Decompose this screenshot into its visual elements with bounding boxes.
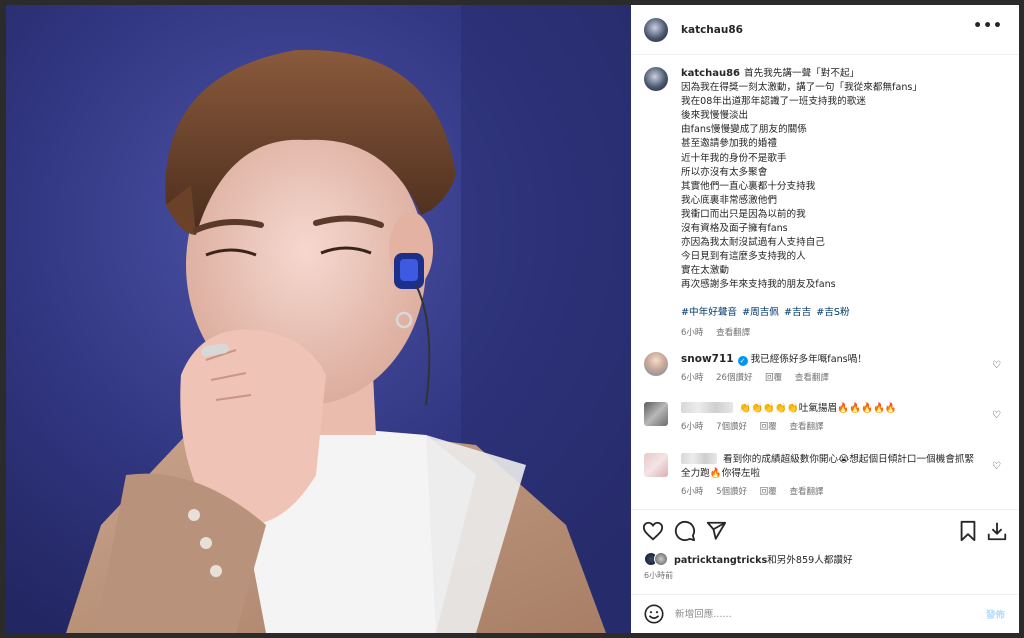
commenter-username-blurred xyxy=(681,402,733,413)
comment-likes[interactable]: 5個讚好 xyxy=(716,487,747,497)
comment-time: 6小時 xyxy=(681,422,704,432)
likes-text: patricktangtricks和另外859人都讚好 xyxy=(674,552,853,566)
hashtag-link[interactable]: #中年好聲音 xyxy=(681,307,737,318)
comment-meta: 6小時 7個讚好 回覆 查看翻譯 xyxy=(681,420,981,434)
comment-like-heart-icon[interactable]: ♡ xyxy=(992,461,1001,472)
caption-username[interactable]: katchau86 xyxy=(681,68,740,79)
window-frame: katchau86 ••• katchau86 首先我先講一聲「對不起」 因為我在… xyxy=(0,0,1024,638)
post-comment-button[interactable]: 發佈 xyxy=(986,607,1005,621)
post-image[interactable] xyxy=(6,5,631,633)
add-comment-bar: 發佈 xyxy=(631,594,1019,633)
hashtag-link[interactable]: #吉吉 xyxy=(784,307,811,318)
commenter-avatar-blurred[interactable] xyxy=(644,453,668,477)
comment-text: 我已經係好多年嘅fans喎！ xyxy=(750,354,867,365)
post-caption: katchau86 首先我先講一聲「對不起」 因為我在得獎一刻太激動，講了一句「我… xyxy=(644,67,1009,340)
post-timestamp: 6小時前 xyxy=(644,571,674,580)
caption-line-0: katchau86 首先我先講一聲「對不起」 xyxy=(681,68,860,79)
comment-time: 6小時 xyxy=(681,487,704,497)
caption-line-11: 沒有資格及面子擁有fans xyxy=(681,223,788,235)
hashtag-link[interactable]: #周吉佩 xyxy=(742,307,779,318)
caption-line-13: 今日見到有這麼多支持我的人 xyxy=(681,251,806,263)
post-header: katchau86 ••• xyxy=(631,5,1019,55)
reply-button[interactable]: 回覆 xyxy=(760,487,777,497)
commenter-avatar[interactable] xyxy=(644,352,668,376)
verified-badge-icon: ✓ xyxy=(737,356,748,366)
comment-icon[interactable] xyxy=(674,520,696,542)
comment-time: 6小時 xyxy=(681,373,704,383)
emoji-icon[interactable] xyxy=(643,603,665,625)
comment-meta: 6小時 26個讚好 回覆 查看翻譯 xyxy=(681,371,981,385)
caption-author-avatar[interactable] xyxy=(644,67,668,91)
bookmark-icon[interactable] xyxy=(957,520,979,542)
hashtag-link[interactable]: #吉S粉 xyxy=(816,307,849,318)
caption-line-4: 由fans慢慢變成了朋友的關係 xyxy=(681,124,807,136)
liker-username[interactable]: patricktangtricks xyxy=(674,555,767,566)
caption-line-15: 再次感謝多年來支持我的朋友及fans xyxy=(681,279,836,291)
add-comment-input[interactable] xyxy=(675,608,965,620)
caption-line-9: 我心底裏非常感激他們 xyxy=(681,194,777,206)
comment-body: snow711 ✓ 我已經係好多年嘅fans喎！ 6小時 26個讚好 回覆 查看翻譯 xyxy=(681,352,981,385)
see-translation-link[interactable]: 查看翻譯 xyxy=(716,328,750,338)
comment-meta: 6小時 5個讚好 回覆 查看翻譯 xyxy=(681,485,981,499)
comment-body: 👏👏👏👏👏吐氣揚眉🔥🔥🔥🔥🔥 6小時 7個讚好 回覆 查看翻譯 xyxy=(681,402,981,434)
caption-line-7: 所以亦沒有太多聚會 xyxy=(681,166,768,178)
commenter-username[interactable]: snow711 xyxy=(681,353,734,365)
hashtags: #中年好聲音 #周吉佩 #吉吉 #吉S粉 xyxy=(681,306,1001,320)
post-photo-illustration xyxy=(6,5,631,633)
comment-text: 看到你的成績超級數你開心😭想起個日傾計口一個機會抓緊全力跑🔥你得左啦 xyxy=(681,454,975,479)
see-translation-link[interactable]: 查看翻譯 xyxy=(795,373,829,383)
comment-item: 看到你的成績超級數你開心😭想起個日傾計口一個機會抓緊全力跑🔥你得左啦 6小時 5… xyxy=(644,453,1009,499)
comment-likes[interactable]: 7個讚好 xyxy=(716,422,747,432)
commenter-avatar-blurred[interactable] xyxy=(644,402,668,426)
caption-line-3: 後來我慢慢淡出 xyxy=(681,110,749,122)
caption-line-12: 亦因為我太耐沒試過有人支持自己 xyxy=(681,237,825,249)
send-icon[interactable] xyxy=(705,520,727,542)
comment-item: snow711 ✓ 我已經係好多年嘅fans喎！ 6小時 26個讚好 回覆 查看翻譯… xyxy=(644,352,1009,385)
comment-text-row: snow711 ✓ 我已經係好多年嘅fans喎！ xyxy=(681,352,981,367)
caption-line-2: 我在08年出道那年認識了一班支持我的歌迷 xyxy=(681,96,866,108)
caption-body: katchau86 首先我先講一聲「對不起」 因為我在得獎一刻太激動，講了一句「我… xyxy=(681,67,1001,340)
heart-icon[interactable] xyxy=(642,520,664,542)
author-username[interactable]: katchau86 xyxy=(681,24,743,36)
comment-body: 看到你的成績超級數你開心😭想起個日傾計口一個機會抓緊全力跑🔥你得左啦 6小時 5… xyxy=(681,453,981,499)
see-translation-link[interactable]: 查看翻譯 xyxy=(789,487,823,497)
caption-meta: 6小時 查看翻譯 xyxy=(681,326,1001,340)
comment-text-row: 👏👏👏👏👏吐氣揚眉🔥🔥🔥🔥🔥 xyxy=(681,402,981,416)
see-translation-link[interactable]: 查看翻譯 xyxy=(789,422,823,432)
caption-time: 6小時 xyxy=(681,327,704,338)
post-actions-bar xyxy=(631,509,1019,549)
comment-text-row: 看到你的成績超級數你開心😭想起個日傾計口一個機會抓緊全力跑🔥你得左啦 xyxy=(681,453,981,481)
commenter-username-blurred xyxy=(681,453,717,464)
download-icon[interactable] xyxy=(986,520,1008,542)
likes-summary: patricktangtricks和另外859人都讚好 xyxy=(644,552,853,566)
caption-line-14: 實在太激動 xyxy=(681,265,729,277)
caption-line-1: 因為我在得獎一刻太激動，講了一句「我從來都無fans」 xyxy=(681,82,922,94)
caption-line-6: 近十年我的身份不是歌手 xyxy=(681,152,787,164)
comment-like-heart-icon[interactable]: ♡ xyxy=(992,360,1001,371)
caption-line-5: 甚至邀請參加我的婚禮 xyxy=(681,138,777,150)
reply-button[interactable]: 回覆 xyxy=(765,373,782,383)
more-horizontal-icon[interactable]: ••• xyxy=(973,18,1003,34)
liker-avatar[interactable] xyxy=(654,552,668,566)
caption-line-8: 其實他們一直心裏都十分支持我 xyxy=(681,180,816,192)
comment-like-heart-icon[interactable]: ♡ xyxy=(992,410,1001,421)
post-detail-panel: katchau86 ••• katchau86 首先我先講一聲「對不起」 因為我在… xyxy=(631,5,1019,633)
likes-rest[interactable]: 和另外859人都讚好 xyxy=(767,555,852,566)
comment-text: 👏👏👏👏👏吐氣揚眉🔥🔥🔥🔥🔥 xyxy=(739,403,897,414)
caption-line-10: 我衝口而出只是因為以前的我 xyxy=(681,208,806,220)
comment-item: 👏👏👏👏👏吐氣揚眉🔥🔥🔥🔥🔥 6小時 7個讚好 回覆 查看翻譯 ♡ xyxy=(644,402,1009,434)
comment-likes[interactable]: 26個讚好 xyxy=(716,373,752,383)
author-avatar[interactable] xyxy=(644,17,668,42)
reply-button[interactable]: 回覆 xyxy=(760,422,777,432)
